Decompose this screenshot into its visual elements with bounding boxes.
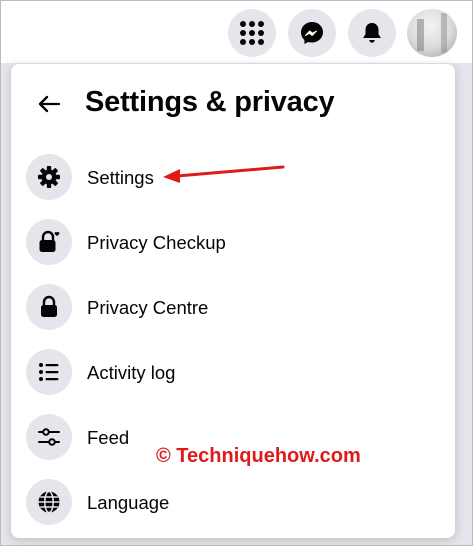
profile-avatar[interactable] <box>407 9 457 57</box>
sliders-icon <box>38 428 60 446</box>
menu-item-label: Privacy Centre <box>87 297 209 318</box>
icon-circle <box>26 284 72 330</box>
icon-circle <box>26 479 72 525</box>
icon-circle <box>26 154 72 200</box>
icon-circle <box>26 414 72 460</box>
menu-item-label: Activity log <box>87 362 176 383</box>
menu-item-activity-log[interactable]: Activity log <box>11 340 455 405</box>
menu-item-language[interactable]: Language <box>11 470 455 535</box>
lock-heart-icon <box>39 230 60 252</box>
menu-item-label: Settings <box>87 167 154 188</box>
page-title: Settings & privacy <box>85 86 335 118</box>
avatar-detail <box>441 13 447 53</box>
menu-item-privacy-checkup[interactable]: Privacy Checkup <box>11 210 455 275</box>
menu-item-label: Privacy Checkup <box>87 232 226 253</box>
back-arrow-icon <box>38 95 60 113</box>
menu-item-privacy-centre[interactable]: Privacy Centre <box>11 275 455 340</box>
grid-icon <box>240 21 264 45</box>
globe-icon <box>38 490 60 514</box>
top-bar <box>1 1 472 63</box>
notifications-button[interactable] <box>348 9 396 57</box>
avatar-detail <box>417 19 424 51</box>
lock-icon <box>41 295 57 317</box>
bell-icon <box>363 23 381 43</box>
messenger-button[interactable] <box>288 9 336 57</box>
list-icon <box>39 363 59 381</box>
annotation-arrow <box>163 165 285 183</box>
menu-item-label: Language <box>87 492 170 513</box>
menu-item-label: Feed <box>87 427 130 448</box>
gear-icon <box>38 166 60 188</box>
settings-menu: Settings Privacy Checkup Privacy Centre <box>11 145 455 535</box>
back-button[interactable] <box>33 88 65 120</box>
menu-grid-button[interactable] <box>228 9 276 57</box>
messenger-icon <box>301 22 323 44</box>
icon-circle <box>26 219 72 265</box>
watermark: © Techniquehow.com <box>156 445 361 467</box>
icon-circle <box>26 349 72 395</box>
